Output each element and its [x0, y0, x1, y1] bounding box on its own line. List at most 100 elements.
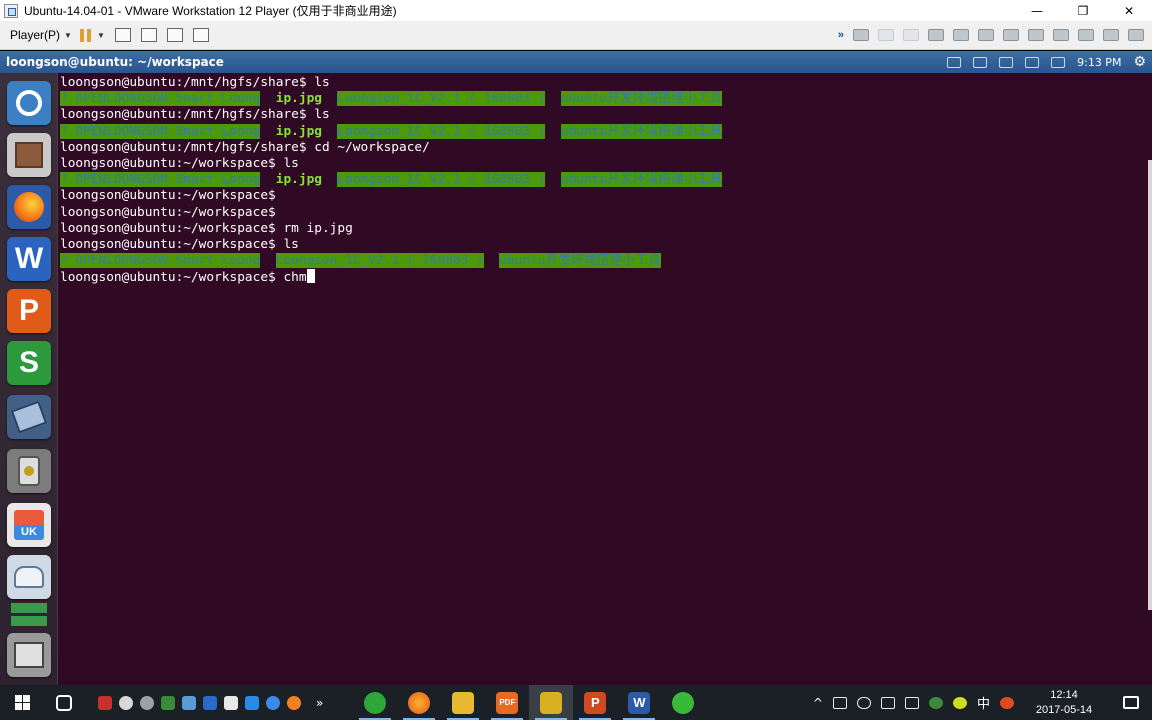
sound-card-icon[interactable] [1003, 29, 1019, 41]
terminal-line: loongson@ubuntu:~/workspace$ ls [60, 156, 1152, 172]
sogou-icon[interactable] [1000, 696, 1014, 709]
hard-disk-icon[interactable] [853, 29, 869, 41]
unity-launcher: W P S UK [0, 73, 58, 685]
terminal-line: ? OPENLOONGSON Smart Loong ip.jpg Loongs… [60, 91, 1152, 107]
network-tray-icon[interactable] [880, 696, 895, 709]
active-window-title: loongson@ubuntu: ~/workspace [6, 55, 224, 69]
windows-taskbar: » PDF P W ^ 中 12:14 2017-05-14 [0, 685, 1152, 720]
indicator-app-icon[interactable] [947, 56, 962, 68]
command: ls [283, 155, 299, 171]
browser-icon[interactable] [266, 695, 280, 710]
command: ls [314, 75, 330, 90]
ubuntu-kylin-icon[interactable]: UK [7, 503, 51, 547]
app-icon[interactable] [182, 695, 196, 710]
cd-drive-2-icon[interactable] [903, 29, 919, 41]
ls-entry: ubuntu开发环境搭建小工具 [560, 123, 723, 139]
message-log-icon[interactable] [1128, 29, 1144, 41]
terminal-line: loongson@ubuntu:~/workspace$ [60, 188, 1152, 204]
more-icon[interactable]: » [316, 696, 323, 710]
dash-home-icon[interactable] [7, 81, 51, 125]
printer-icon[interactable] [978, 29, 994, 41]
close-button[interactable]: ✕ [1106, 0, 1152, 21]
presentation-icon[interactable]: P [7, 289, 51, 333]
tray-green-icon[interactable] [928, 696, 943, 709]
player-menu-button[interactable]: Player(P) ▼ [10, 28, 72, 42]
ls-entry: ? OPENLOONGSON Smart Loong [60, 253, 261, 269]
taskbar-word[interactable]: W [617, 685, 661, 720]
usb-2-icon[interactable] [1103, 29, 1119, 41]
command: rm ip.jpg [283, 220, 353, 236]
send-ctrl-alt-del-icon[interactable] [114, 28, 131, 42]
network-adapter-icon[interactable] [953, 29, 969, 41]
minimize-button[interactable]: — [1014, 0, 1060, 21]
taskbar-powerpoint[interactable]: P [573, 685, 617, 720]
taskbar-vmware[interactable] [529, 685, 574, 720]
trash-icon[interactable] [7, 633, 51, 677]
messaging-icon[interactable] [999, 56, 1014, 68]
command: ls [314, 107, 330, 123]
camera-icon[interactable] [1053, 29, 1069, 41]
terminal-output[interactable]: loongson@ubuntu:/mnt/hgfs/share$ ls? OPE… [58, 73, 1152, 685]
taskbar-clock[interactable]: 12:14 2017-05-14 [1024, 688, 1104, 718]
ls-entry: ubuntu开发环境搭建小工具 [560, 91, 723, 107]
powerpoint-icon: P [584, 691, 607, 714]
writer-letter: W [14, 242, 44, 275]
taskbar-360-browser[interactable] [661, 685, 705, 720]
cd-drive-icon[interactable] [878, 29, 894, 41]
video-player-icon[interactable] [7, 395, 51, 439]
taskbar-pdf[interactable]: PDF [485, 685, 529, 720]
more-devices-icon[interactable]: » [838, 29, 844, 41]
spreadsheet-icon[interactable]: S [7, 341, 51, 385]
notification-icon[interactable] [1114, 685, 1148, 720]
pause-dropdown-icon[interactable]: ▼ [97, 31, 105, 40]
fit-guest-icon[interactable] [192, 28, 209, 42]
cortana-icon[interactable] [44, 685, 84, 720]
system-tray: ^ 中 12:14 2017-05-14 [813, 685, 1152, 720]
display-icon[interactable] [1028, 29, 1044, 41]
tool-icon[interactable] [161, 695, 175, 710]
taskbar-wechat[interactable] [353, 685, 397, 720]
ie-icon[interactable] [119, 695, 133, 710]
taskbar-firefox[interactable] [397, 685, 441, 720]
player-icon[interactable] [287, 695, 301, 710]
monitor-icon[interactable] [245, 695, 259, 710]
stack-icon[interactable] [7, 591, 51, 635]
fullscreen-icon[interactable] [166, 28, 183, 42]
prompt: loongson@ubuntu:~/workspace$ [60, 270, 284, 286]
volume-tray-icon[interactable] [904, 696, 919, 709]
tray-app-icon[interactable] [832, 696, 847, 709]
vmware-taskbar-icon [540, 691, 563, 714]
prompt: loongson@ubuntu:~/workspace$ [60, 220, 284, 236]
usb-icon[interactable] [1078, 29, 1094, 41]
writer-icon[interactable]: W [7, 237, 51, 281]
floppy-icon[interactable] [928, 29, 944, 41]
doc-icon[interactable] [224, 695, 238, 710]
quicktime-icon[interactable] [140, 695, 154, 710]
speaker-icon[interactable] [7, 449, 51, 493]
firefox-icon[interactable] [7, 185, 51, 229]
gear-icon[interactable]: ⚙ [1133, 54, 1146, 70]
ime-indicator[interactable]: 中 [977, 693, 990, 712]
start-button[interactable] [0, 685, 44, 720]
taskbar-file-explorer[interactable] [441, 685, 485, 720]
window-controls: — ❐ ✕ [1014, 0, 1152, 21]
device-icons: » [838, 29, 1152, 41]
tray-plus-icon[interactable] [952, 696, 967, 709]
volume-icon[interactable] [1051, 56, 1066, 68]
window-icon[interactable] [203, 695, 217, 710]
show-hidden-icons[interactable]: ^ [813, 696, 823, 710]
unity-mode-icon[interactable] [140, 28, 157, 42]
files-icon[interactable] [7, 133, 51, 177]
keyboard-icon[interactable] [973, 56, 988, 68]
qq-icon[interactable] [98, 695, 112, 710]
pause-icon[interactable] [79, 28, 91, 42]
panel-clock[interactable]: 9:13 PM [1077, 56, 1121, 69]
cloud-icon[interactable] [856, 696, 871, 709]
ls-entry: Loongson_1C_V2.1 ( 160803 ) [275, 253, 484, 269]
terminal-scrollbar[interactable] [1148, 160, 1152, 610]
prompt: loongson@ubuntu:~/workspace$ [60, 188, 284, 204]
terminal-line: ? OPENLOONGSON Smart Loong ip.jpg Loongs… [60, 172, 1152, 188]
maximize-button[interactable]: ❐ [1060, 0, 1106, 21]
network-icon[interactable] [1025, 56, 1040, 68]
player-menu-label: Player(P) [10, 28, 61, 42]
